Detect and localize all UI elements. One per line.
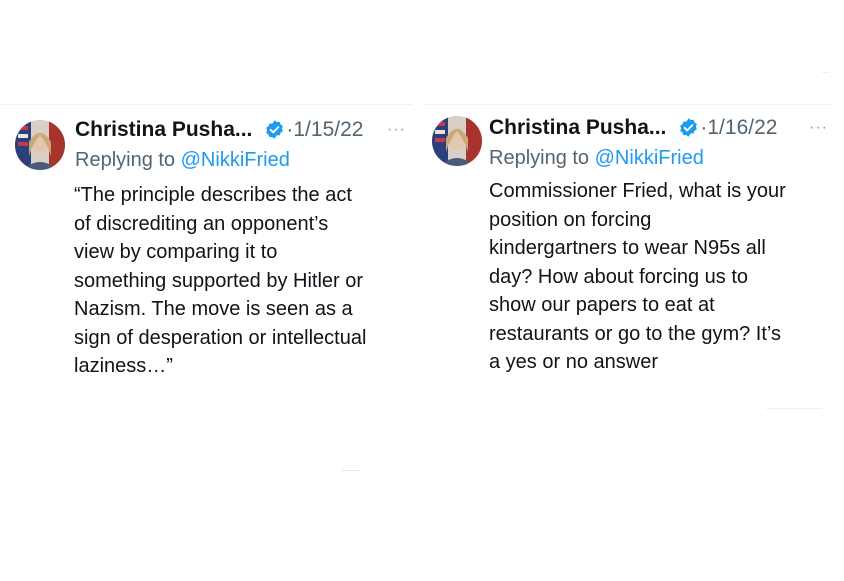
- avatar[interactable]: [432, 116, 482, 166]
- tweet-card-left[interactable]: Christina Pusha... ·1/15/22 ··· Replying …: [0, 104, 412, 394]
- tweet-header: Christina Pusha... ·1/16/22 ···: [489, 114, 828, 142]
- tweet-text-line: view by comparing it to: [74, 241, 278, 263]
- tweet-date[interactable]: 1/15/22: [293, 118, 363, 141]
- tweet-card-right[interactable]: Christina Pusha... ·1/16/22 ··· Replying …: [422, 104, 834, 394]
- crop-artifact: [822, 72, 830, 73]
- verified-badge-icon: [680, 118, 698, 137]
- tweet-text-line: day? How about forcing us to: [489, 265, 749, 288]
- more-options-icon[interactable]: ···: [387, 116, 406, 144]
- tweet-text-line: of discrediting an opponent’s: [74, 212, 329, 235]
- more-options-icon[interactable]: ···: [809, 114, 828, 142]
- tweet-header: Christina Pusha... ·1/15/22 ···: [75, 116, 406, 144]
- author-name[interactable]: Christina Pusha...: [75, 118, 252, 141]
- divider: [0, 104, 412, 105]
- reply-context: Replying to @NikkiFried: [75, 146, 290, 174]
- tweet-text: Commissioner Fried, what is your positio…: [489, 177, 786, 377]
- tweet-text-line: Commissioner Fried, what is your: [489, 180, 786, 202]
- reply-handle-link[interactable]: @NikkiFried: [595, 147, 704, 169]
- tweet-text-line: show our papers to eat at: [489, 294, 715, 316]
- tweet-text-line: sign of desperation or intellectual: [74, 326, 367, 349]
- author-name[interactable]: Christina Pusha...: [489, 116, 666, 139]
- tweet-text-line: kindergartners to wear N95s all: [489, 237, 766, 259]
- tweet-text-line: a yes or no answer: [489, 351, 658, 373]
- crop-artifact: [342, 470, 360, 471]
- tweet-text: “The principle describes the act of disc…: [74, 181, 366, 381]
- tweet-date[interactable]: 1/16/22: [707, 116, 777, 139]
- tweet-text-line: something supported by Hitler or: [74, 269, 364, 292]
- crop-artifact: [766, 408, 822, 409]
- tweet-text-line: position on forcing: [489, 208, 652, 231]
- reply-prefix: Replying to: [75, 149, 181, 171]
- tweet-text-line: laziness…”: [74, 355, 173, 377]
- verified-badge-icon: [266, 120, 284, 139]
- tweet-text-line: Nazism. The move is seen as a: [74, 298, 353, 320]
- tweet-text-line: restaurants or go to the gym? It’s: [489, 322, 782, 345]
- reply-prefix: Replying to: [489, 147, 595, 169]
- reply-context: Replying to @NikkiFried: [489, 144, 704, 172]
- avatar[interactable]: [15, 120, 65, 170]
- reply-handle-link[interactable]: @NikkiFried: [181, 149, 290, 171]
- tweet-text-line: “The principle describes the act: [74, 184, 352, 206]
- divider: [422, 104, 834, 105]
